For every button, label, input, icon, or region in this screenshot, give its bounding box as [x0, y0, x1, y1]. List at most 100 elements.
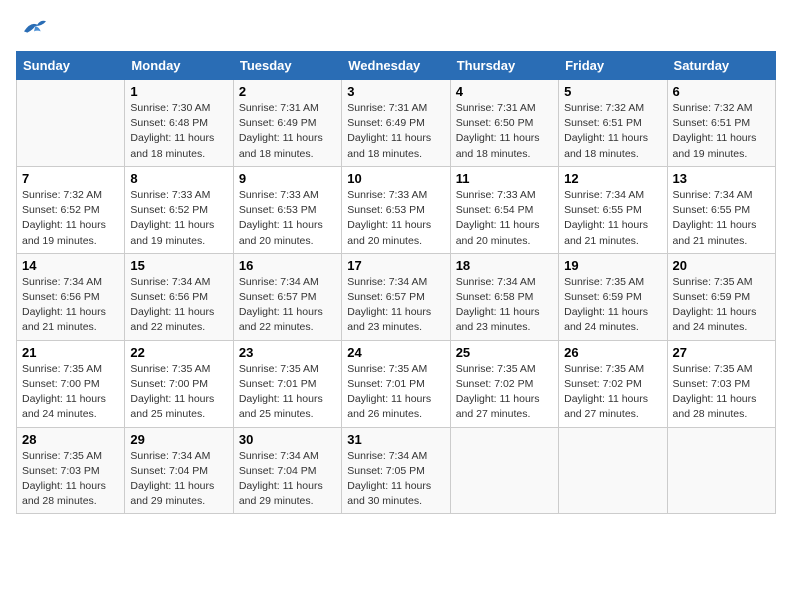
day-number: 9	[239, 171, 336, 186]
table-row: 27 Sunrise: 7:35 AM Sunset: 7:03 PM Dayli…	[667, 340, 775, 427]
table-row: 31Sunrise: 7:34 AM Sunset: 7:05 PM Dayli…	[342, 427, 450, 514]
table-row: 1Sunrise: 7:30 AM Sunset: 6:48 PM Daylig…	[125, 80, 233, 167]
day-info: Sunrise: 7:34 AM Sunset: 6:56 PM Dayligh…	[130, 275, 227, 336]
day-number: 23	[239, 345, 336, 360]
day-info: Sunrise: 7:33 AM Sunset: 6:53 PM Dayligh…	[347, 188, 444, 249]
day-info: Sunrise: 7:35 AM Sunset: 7:00 PM Dayligh…	[22, 362, 119, 423]
column-header-wednesday: Wednesday	[342, 52, 450, 80]
table-row: 23 Sunrise: 7:35 AM Sunset: 7:01 PM Dayli…	[233, 340, 341, 427]
day-number: 14	[22, 258, 119, 273]
calendar-week-row: 21 Sunrise: 7:35 AM Sunset: 7:00 PM Dayli…	[17, 340, 776, 427]
day-number: 7	[22, 171, 119, 186]
day-number: 6	[673, 84, 770, 99]
day-info: Sunrise: 7:32 AM Sunset: 6:52 PM Dayligh…	[22, 188, 119, 249]
day-number: 22	[130, 345, 227, 360]
day-number: 17	[347, 258, 444, 273]
table-row: 4Sunrise: 7:31 AM Sunset: 6:50 PM Daylig…	[450, 80, 558, 167]
table-row: 13 Sunrise: 7:34 AM Sunset: 6:55 PM Dayli…	[667, 166, 775, 253]
day-info: Sunrise: 7:35 AM Sunset: 7:01 PM Dayligh…	[239, 362, 336, 423]
column-header-thursday: Thursday	[450, 52, 558, 80]
calendar-header-row: SundayMondayTuesdayWednesdayThursdayFrid…	[17, 52, 776, 80]
day-number: 19	[564, 258, 661, 273]
table-row: 20 Sunrise: 7:35 AM Sunset: 6:59 PM Dayli…	[667, 253, 775, 340]
day-number: 8	[130, 171, 227, 186]
day-number: 30	[239, 432, 336, 447]
table-row: 26 Sunrise: 7:35 AM Sunset: 7:02 PM Dayli…	[559, 340, 667, 427]
day-number: 27	[673, 345, 770, 360]
calendar-table: SundayMondayTuesdayWednesdayThursdayFrid…	[16, 51, 776, 514]
day-info: Sunrise: 7:34 AM Sunset: 6:55 PM Dayligh…	[673, 188, 770, 249]
table-row: 12Sunrise: 7:34 AM Sunset: 6:55 PM Dayli…	[559, 166, 667, 253]
table-row: 25Sunrise: 7:35 AM Sunset: 7:02 PM Dayli…	[450, 340, 558, 427]
table-row: 17Sunrise: 7:34 AM Sunset: 6:57 PM Dayli…	[342, 253, 450, 340]
day-info: Sunrise: 7:33 AM Sunset: 6:52 PM Dayligh…	[130, 188, 227, 249]
day-number: 1	[130, 84, 227, 99]
day-info: Sunrise: 7:35 AM Sunset: 7:03 PM Dayligh…	[673, 362, 770, 423]
day-info: Sunrise: 7:34 AM Sunset: 6:56 PM Dayligh…	[22, 275, 119, 336]
calendar-week-row: 14 Sunrise: 7:34 AM Sunset: 6:56 PM Dayli…	[17, 253, 776, 340]
table-row: 29 Sunrise: 7:34 AM Sunset: 7:04 PM Dayli…	[125, 427, 233, 514]
day-info: Sunrise: 7:32 AM Sunset: 6:51 PM Dayligh…	[564, 101, 661, 162]
day-number: 24	[347, 345, 444, 360]
day-info: Sunrise: 7:35 AM Sunset: 7:03 PM Dayligh…	[22, 449, 119, 510]
table-row: 14 Sunrise: 7:34 AM Sunset: 6:56 PM Dayli…	[17, 253, 125, 340]
table-row: 28 Sunrise: 7:35 AM Sunset: 7:03 PM Dayli…	[17, 427, 125, 514]
day-info: Sunrise: 7:33 AM Sunset: 6:54 PM Dayligh…	[456, 188, 553, 249]
day-number: 21	[22, 345, 119, 360]
calendar-week-row: 28 Sunrise: 7:35 AM Sunset: 7:03 PM Dayli…	[17, 427, 776, 514]
table-row: 22Sunrise: 7:35 AM Sunset: 7:00 PM Dayli…	[125, 340, 233, 427]
logo	[16, 16, 48, 39]
calendar-week-row: 7 Sunrise: 7:32 AM Sunset: 6:52 PM Daylig…	[17, 166, 776, 253]
day-number: 10	[347, 171, 444, 186]
table-row: 15 Sunrise: 7:34 AM Sunset: 6:56 PM Dayli…	[125, 253, 233, 340]
table-row: 21 Sunrise: 7:35 AM Sunset: 7:00 PM Dayli…	[17, 340, 125, 427]
day-info: Sunrise: 7:34 AM Sunset: 6:55 PM Dayligh…	[564, 188, 661, 249]
table-row: 16 Sunrise: 7:34 AM Sunset: 6:57 PM Dayli…	[233, 253, 341, 340]
day-info: Sunrise: 7:31 AM Sunset: 6:49 PM Dayligh…	[239, 101, 336, 162]
day-number: 3	[347, 84, 444, 99]
logo-bird-icon	[20, 18, 48, 38]
day-number: 4	[456, 84, 553, 99]
day-number: 29	[130, 432, 227, 447]
day-number: 28	[22, 432, 119, 447]
day-info: Sunrise: 7:34 AM Sunset: 6:58 PM Dayligh…	[456, 275, 553, 336]
day-info: Sunrise: 7:32 AM Sunset: 6:51 PM Dayligh…	[673, 101, 770, 162]
day-info: Sunrise: 7:34 AM Sunset: 6:57 PM Dayligh…	[239, 275, 336, 336]
day-info: Sunrise: 7:34 AM Sunset: 7:04 PM Dayligh…	[239, 449, 336, 510]
table-row: 24Sunrise: 7:35 AM Sunset: 7:01 PM Dayli…	[342, 340, 450, 427]
column-header-friday: Friday	[559, 52, 667, 80]
table-row	[17, 80, 125, 167]
table-row: 30 Sunrise: 7:34 AM Sunset: 7:04 PM Dayli…	[233, 427, 341, 514]
table-row: 3Sunrise: 7:31 AM Sunset: 6:49 PM Daylig…	[342, 80, 450, 167]
day-number: 15	[130, 258, 227, 273]
day-info: Sunrise: 7:34 AM Sunset: 7:05 PM Dayligh…	[347, 449, 444, 510]
day-info: Sunrise: 7:35 AM Sunset: 6:59 PM Dayligh…	[673, 275, 770, 336]
day-number: 5	[564, 84, 661, 99]
page-header	[16, 16, 776, 39]
column-header-tuesday: Tuesday	[233, 52, 341, 80]
table-row	[450, 427, 558, 514]
table-row: 10 Sunrise: 7:33 AM Sunset: 6:53 PM Dayli…	[342, 166, 450, 253]
day-number: 25	[456, 345, 553, 360]
table-row: 19 Sunrise: 7:35 AM Sunset: 6:59 PM Dayli…	[559, 253, 667, 340]
column-header-sunday: Sunday	[17, 52, 125, 80]
day-info: Sunrise: 7:35 AM Sunset: 7:02 PM Dayligh…	[564, 362, 661, 423]
day-number: 11	[456, 171, 553, 186]
day-number: 18	[456, 258, 553, 273]
day-info: Sunrise: 7:35 AM Sunset: 6:59 PM Dayligh…	[564, 275, 661, 336]
day-number: 13	[673, 171, 770, 186]
table-row: 8 Sunrise: 7:33 AM Sunset: 6:52 PM Daylig…	[125, 166, 233, 253]
calendar-week-row: 1Sunrise: 7:30 AM Sunset: 6:48 PM Daylig…	[17, 80, 776, 167]
day-number: 16	[239, 258, 336, 273]
table-row: 18 Sunrise: 7:34 AM Sunset: 6:58 PM Dayli…	[450, 253, 558, 340]
table-row: 11 Sunrise: 7:33 AM Sunset: 6:54 PM Dayli…	[450, 166, 558, 253]
table-row: 6 Sunrise: 7:32 AM Sunset: 6:51 PM Daylig…	[667, 80, 775, 167]
day-number: 26	[564, 345, 661, 360]
day-info: Sunrise: 7:34 AM Sunset: 7:04 PM Dayligh…	[130, 449, 227, 510]
column-header-saturday: Saturday	[667, 52, 775, 80]
table-row: 9 Sunrise: 7:33 AM Sunset: 6:53 PM Daylig…	[233, 166, 341, 253]
column-header-monday: Monday	[125, 52, 233, 80]
table-row	[667, 427, 775, 514]
day-info: Sunrise: 7:33 AM Sunset: 6:53 PM Dayligh…	[239, 188, 336, 249]
day-number: 20	[673, 258, 770, 273]
